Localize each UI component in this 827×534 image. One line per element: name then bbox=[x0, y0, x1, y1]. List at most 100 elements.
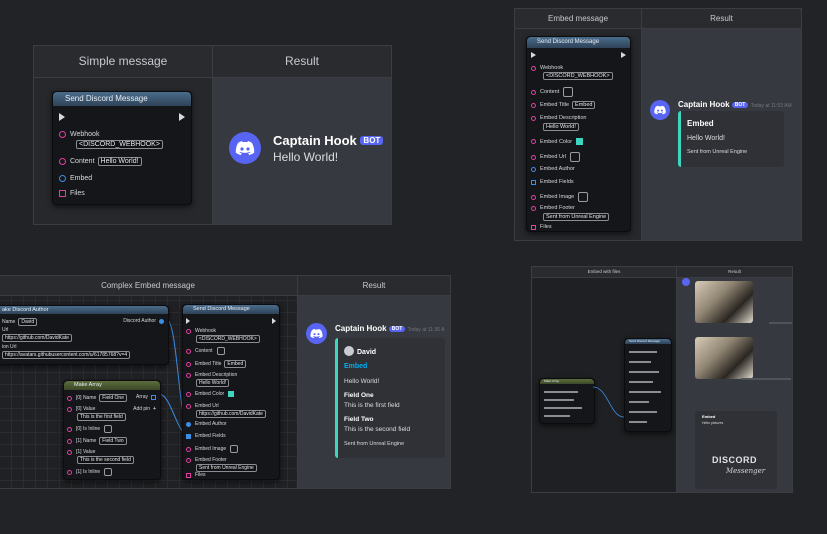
embed-footer: Sent from Unreal Engine bbox=[344, 441, 405, 447]
node-title: ake Discord Author bbox=[0, 306, 168, 314]
discord-messenger-logo: DISCORD bbox=[712, 455, 758, 465]
simple-result-header: Result bbox=[213, 46, 391, 78]
plus-icon: + bbox=[153, 406, 156, 412]
embed-author-pin[interactable]: Embed Author bbox=[186, 421, 227, 427]
embed-card: David Embed Hello World! Field One This … bbox=[335, 338, 445, 458]
embed-result-header: Result bbox=[642, 9, 801, 29]
embed-title[interactable]: Embed bbox=[344, 363, 367, 370]
messenger-script-logo: Messenger bbox=[726, 467, 766, 475]
embed-author: David bbox=[344, 346, 376, 356]
url-pin[interactable]: Url bbox=[2, 327, 8, 333]
embed-footer: Sent from Unreal Engine bbox=[687, 149, 748, 155]
field0-value-pin[interactable]: [0] Value bbox=[67, 406, 95, 412]
webhook-pin[interactable]: Webhook bbox=[531, 65, 563, 71]
embed-card: Embed Hello pictures DISCORD Messenger bbox=[695, 411, 777, 489]
files-pin[interactable]: Files bbox=[59, 190, 85, 197]
name-pin[interactable]: Name David bbox=[2, 318, 38, 326]
embed-color-pin[interactable]: Embed Color bbox=[186, 391, 235, 397]
embed-url-pin[interactable]: Embed Url bbox=[186, 403, 219, 409]
embed-description-pin[interactable]: Embed Description bbox=[186, 372, 237, 378]
exec-out-pin[interactable] bbox=[272, 318, 276, 324]
webhook-field[interactable]: <DISCORD_WEBHOOK> bbox=[193, 335, 260, 343]
embed-card: Embed Hello World! Sent from Unreal Engi… bbox=[678, 111, 784, 167]
bot-name: Captain Hook BOT Today at 11:36 A bbox=[335, 324, 445, 333]
make-discord-author-node[interactable]: ake Discord Author Discord Author Name Da… bbox=[0, 305, 169, 365]
icon-url-pin[interactable]: ion Url bbox=[2, 344, 16, 350]
exec-in-pin[interactable] bbox=[531, 52, 536, 58]
embed-description-field[interactable]: Hello World! bbox=[193, 379, 230, 387]
exec-in-pin[interactable] bbox=[59, 113, 65, 121]
field1-value-pin[interactable]: [1] Value bbox=[67, 449, 95, 455]
array-output-pin[interactable]: Array bbox=[136, 394, 156, 400]
content-pin[interactable]: Content bbox=[531, 87, 574, 97]
field-one-name: Field One bbox=[344, 392, 374, 399]
author-avatar bbox=[344, 346, 354, 356]
field1-name-pin[interactable]: [1] Name Field Two bbox=[67, 437, 127, 445]
embed-title-pin[interactable]: Embed Title Embed bbox=[186, 360, 247, 368]
embed-description-pin[interactable]: Embed Description bbox=[531, 115, 586, 121]
embed-message-panel: Embed message Result Captain Hook BOT To… bbox=[514, 8, 802, 241]
attachment-image-2[interactable] bbox=[695, 337, 753, 379]
embed-description: Hello World! bbox=[344, 378, 380, 385]
send-discord-message-node[interactable]: Send Discord Message Webhook <DISCORD_WE… bbox=[182, 304, 280, 480]
embed-message-header: Embed message bbox=[515, 9, 641, 29]
simple-message-panel: Simple message Result Captain Hook BOT H… bbox=[33, 45, 392, 225]
embed-image-pin[interactable]: Embed Image bbox=[531, 192, 589, 202]
embed-fields-pin[interactable]: Embed Fields bbox=[531, 179, 574, 185]
exec-out-pin[interactable] bbox=[179, 113, 185, 121]
field-two-value: This is the second field bbox=[344, 426, 411, 433]
embed-title-pin[interactable]: Embed Title Embed bbox=[531, 101, 596, 109]
files-pin[interactable]: Files bbox=[186, 472, 206, 478]
content-pin[interactable]: Content Hello World! bbox=[59, 157, 142, 166]
exec-in-pin[interactable] bbox=[186, 318, 190, 324]
icon-url-field[interactable]: https://avatars.githubusercontent.com/u/… bbox=[2, 351, 131, 359]
webhook-field[interactable]: <DISCORD_WEBHOOK> bbox=[540, 72, 613, 80]
webhook-field[interactable]: <DISCORD_WEBHOOK> bbox=[73, 140, 163, 149]
embed-title-field[interactable]: Embed bbox=[572, 101, 596, 109]
embed-description: Hello pictures bbox=[702, 421, 724, 425]
field-one-value: This is the first field bbox=[344, 402, 400, 409]
embed-description-field[interactable]: Hello World! bbox=[540, 123, 579, 131]
embed-title: Embed bbox=[687, 119, 714, 128]
embed-image-pin[interactable]: Embed Image bbox=[186, 445, 239, 453]
files-pin[interactable]: Files bbox=[531, 224, 552, 230]
message-text: Hello World! bbox=[273, 150, 339, 164]
webhook-pin[interactable]: Webhook bbox=[59, 131, 99, 138]
content-pin[interactable]: Content bbox=[186, 347, 225, 355]
make-array-node[interactable]: Make Array Array Add pin + [0] Name Field … bbox=[63, 380, 161, 480]
files-result-header: Result bbox=[677, 267, 792, 278]
field-two-name: Field Two bbox=[344, 416, 374, 423]
url-field[interactable]: https://github.com/DavidKate bbox=[2, 334, 72, 342]
send-discord-message-node[interactable]: Send Discord Message Webhook <DISCORD_WE… bbox=[52, 91, 192, 205]
content-field[interactable]: Hello World! bbox=[97, 157, 142, 166]
embed-footer-pin[interactable]: Embed Footer bbox=[186, 457, 227, 463]
message-timestamp: Today at 11:36 A bbox=[407, 327, 445, 333]
attachment-image-1[interactable] bbox=[695, 281, 753, 323]
send-discord-message-node[interactable]: Send Discord Message Webhook <DISCORD_WE… bbox=[526, 36, 631, 232]
embed-color-pin[interactable]: Embed Color bbox=[531, 138, 584, 145]
embed-url-pin[interactable]: Embed Url bbox=[531, 152, 580, 162]
node-title: Send Discord Message bbox=[183, 305, 279, 314]
embed-pin[interactable]: Embed bbox=[59, 175, 92, 182]
webhook-pin[interactable]: Webhook bbox=[186, 328, 216, 334]
embed-footer-pin[interactable]: Embed Footer bbox=[531, 205, 575, 211]
embed-footer-field[interactable]: Sent from Unreal Engine bbox=[193, 464, 257, 472]
bot-badge: BOT bbox=[731, 102, 749, 108]
embed-description: Hello World! bbox=[687, 135, 725, 142]
field0-value-field[interactable]: This is the first field bbox=[74, 413, 126, 421]
embed-footer-field[interactable]: Sent from Unreal Engine bbox=[540, 213, 610, 221]
field0-name-pin[interactable]: [0] Name Field One bbox=[67, 394, 127, 402]
bot-badge: BOT bbox=[388, 326, 406, 332]
embed-url-field[interactable]: https://github.com/DavidKate bbox=[193, 410, 266, 418]
field0-inline-pin[interactable]: [0] Is Inline bbox=[67, 425, 113, 433]
exec-out-pin[interactable] bbox=[621, 52, 626, 58]
message-timestamp: Today at 11:53 AM bbox=[750, 103, 792, 109]
discord-author-output-pin[interactable]: Discord Author bbox=[123, 318, 164, 324]
field1-inline-pin[interactable]: [1] Is Inline bbox=[67, 468, 113, 476]
node-title: Send Discord Message bbox=[53, 92, 191, 106]
field1-value-field[interactable]: This is the second field bbox=[74, 456, 134, 464]
embed-with-files-panel: Embed with files Result Embed Hello pict… bbox=[531, 266, 793, 493]
add-pin-button[interactable]: Add pin + bbox=[133, 406, 156, 412]
embed-author-pin[interactable]: Embed Author bbox=[531, 166, 575, 172]
embed-fields-pin[interactable]: Embed Fields bbox=[186, 433, 226, 439]
